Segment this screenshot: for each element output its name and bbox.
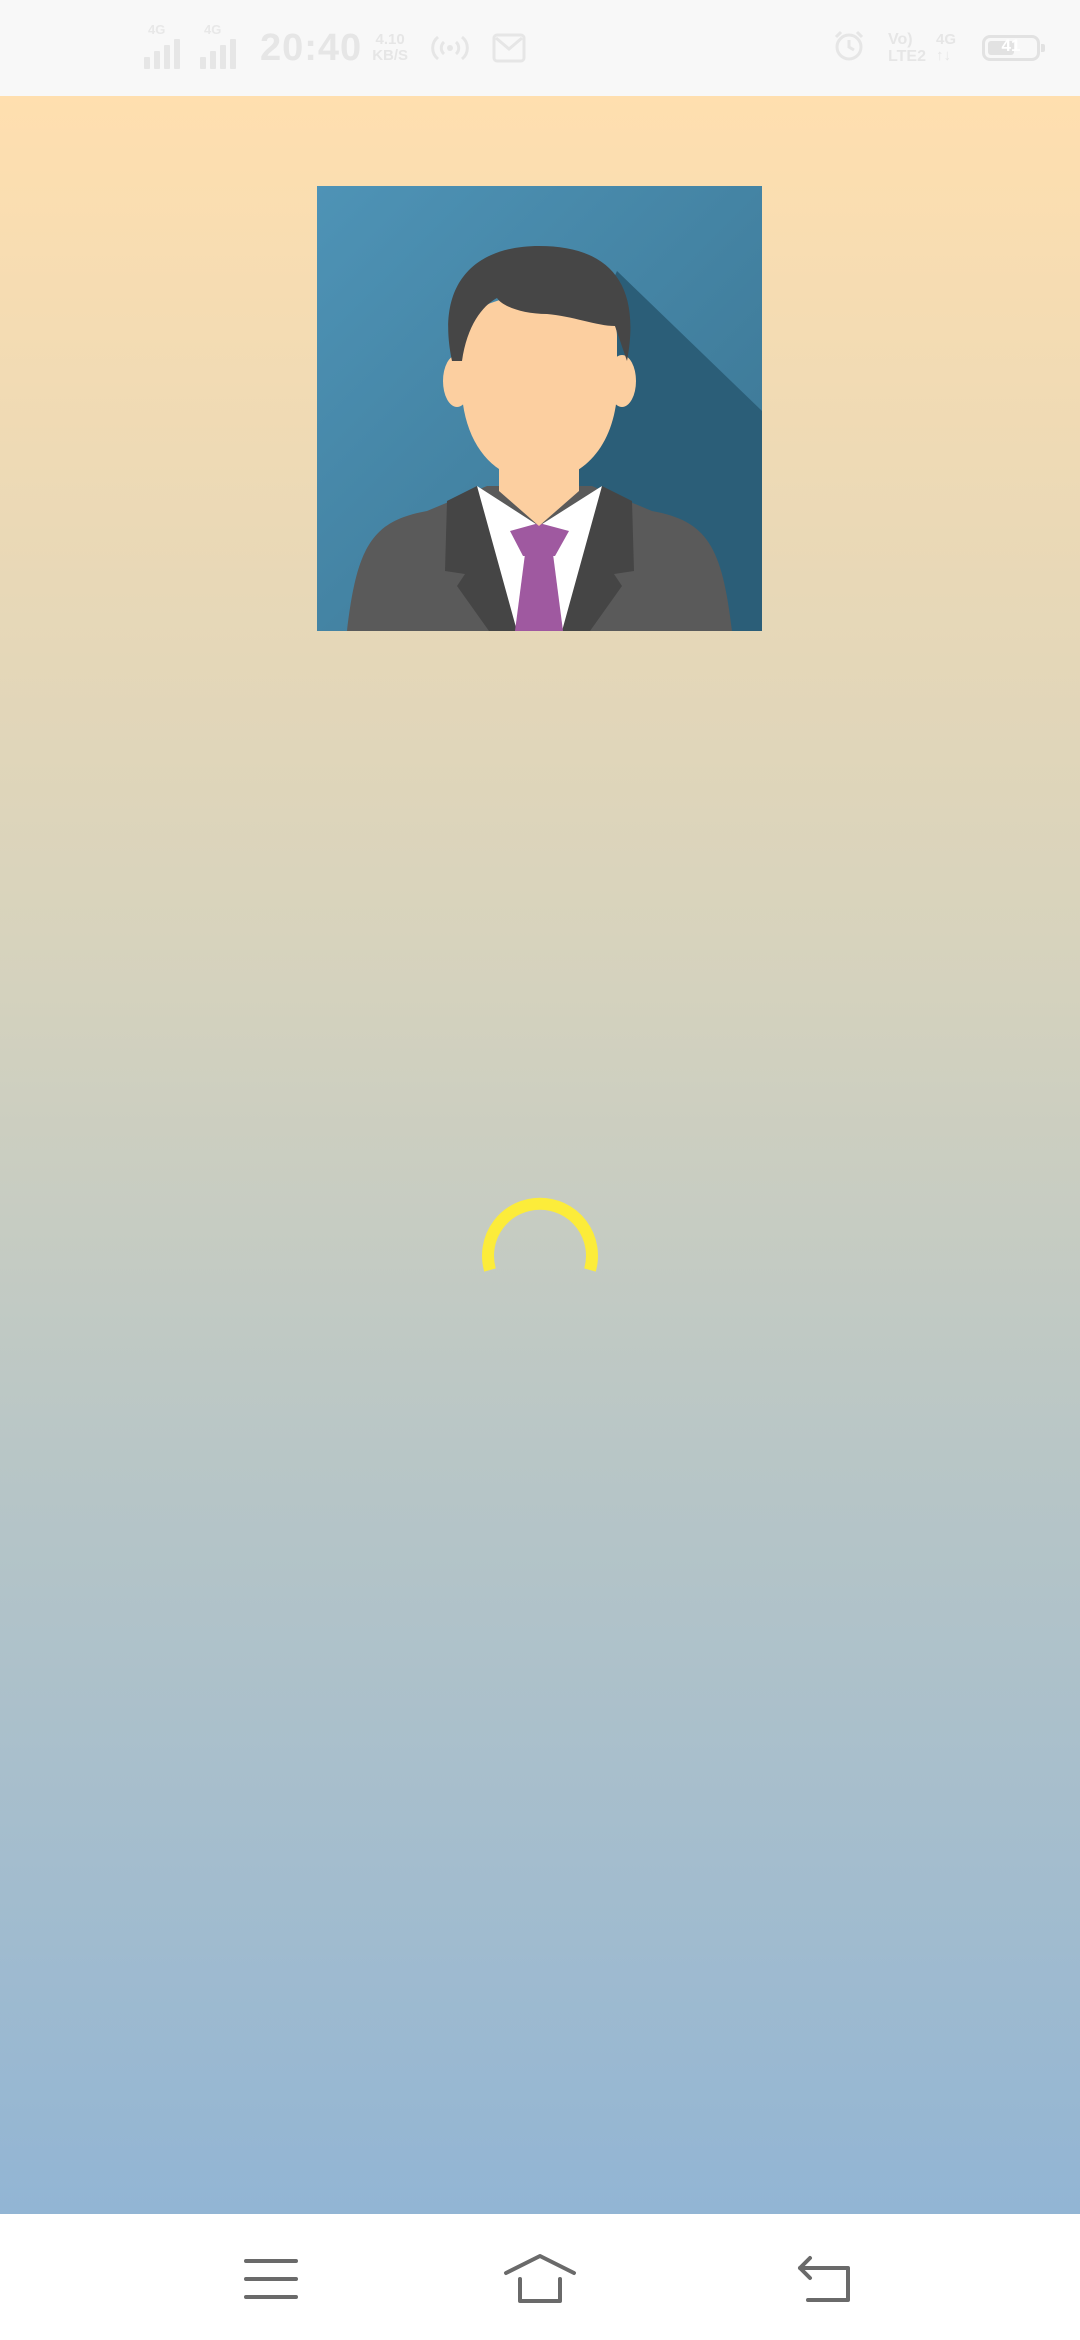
battery-icon: 41 <box>982 35 1045 61</box>
sim2-signal-icon: 4G <box>200 23 250 73</box>
speed-value: 4.10 <box>375 31 405 48</box>
menu-icon <box>244 2259 298 2299</box>
menu-button[interactable] <box>231 2244 311 2314</box>
sim2-network-label: 4G <box>204 22 222 37</box>
status-right: Vo) LTE2 4G ↑↓ 41 <box>832 22 1045 74</box>
sim1-signal-icon: 4G <box>144 23 194 73</box>
back-button[interactable] <box>784 2244 864 2314</box>
battery-level: 41 <box>1001 36 1021 55</box>
status-left: 4G 4G 20:40 4.10 KB/S <box>144 22 526 74</box>
hotspot-icon <box>430 33 470 63</box>
home-icon <box>504 2254 576 2303</box>
volte-icon: Vo) LTE2 <box>888 31 926 65</box>
loading-spinner-icon <box>478 1188 602 1276</box>
main-content <box>0 96 1080 2214</box>
mail-icon <box>492 32 526 64</box>
navigation-bar <box>0 2214 1080 2340</box>
data-network-label: 4G <box>935 31 956 48</box>
businessman-avatar <box>317 186 762 631</box>
clock-time: 20:40 <box>260 26 363 69</box>
speed-unit: KB/S <box>372 47 409 64</box>
data-arrows-icon: 4G ↑↓ <box>935 31 956 64</box>
back-icon <box>798 2256 850 2302</box>
sim1-network-label: 4G <box>148 22 166 37</box>
status-bar: 4G 4G 20:40 4.10 KB/S Vo) LTE2 4G ↑↓ 41 <box>0 0 1080 96</box>
volte-top-label: Vo) <box>888 31 913 48</box>
alarm-icon <box>832 29 866 68</box>
volte-bottom-label: LTE2 <box>888 48 926 65</box>
home-button[interactable] <box>500 2244 580 2314</box>
network-speed: 4.10 KB/S <box>372 32 408 64</box>
